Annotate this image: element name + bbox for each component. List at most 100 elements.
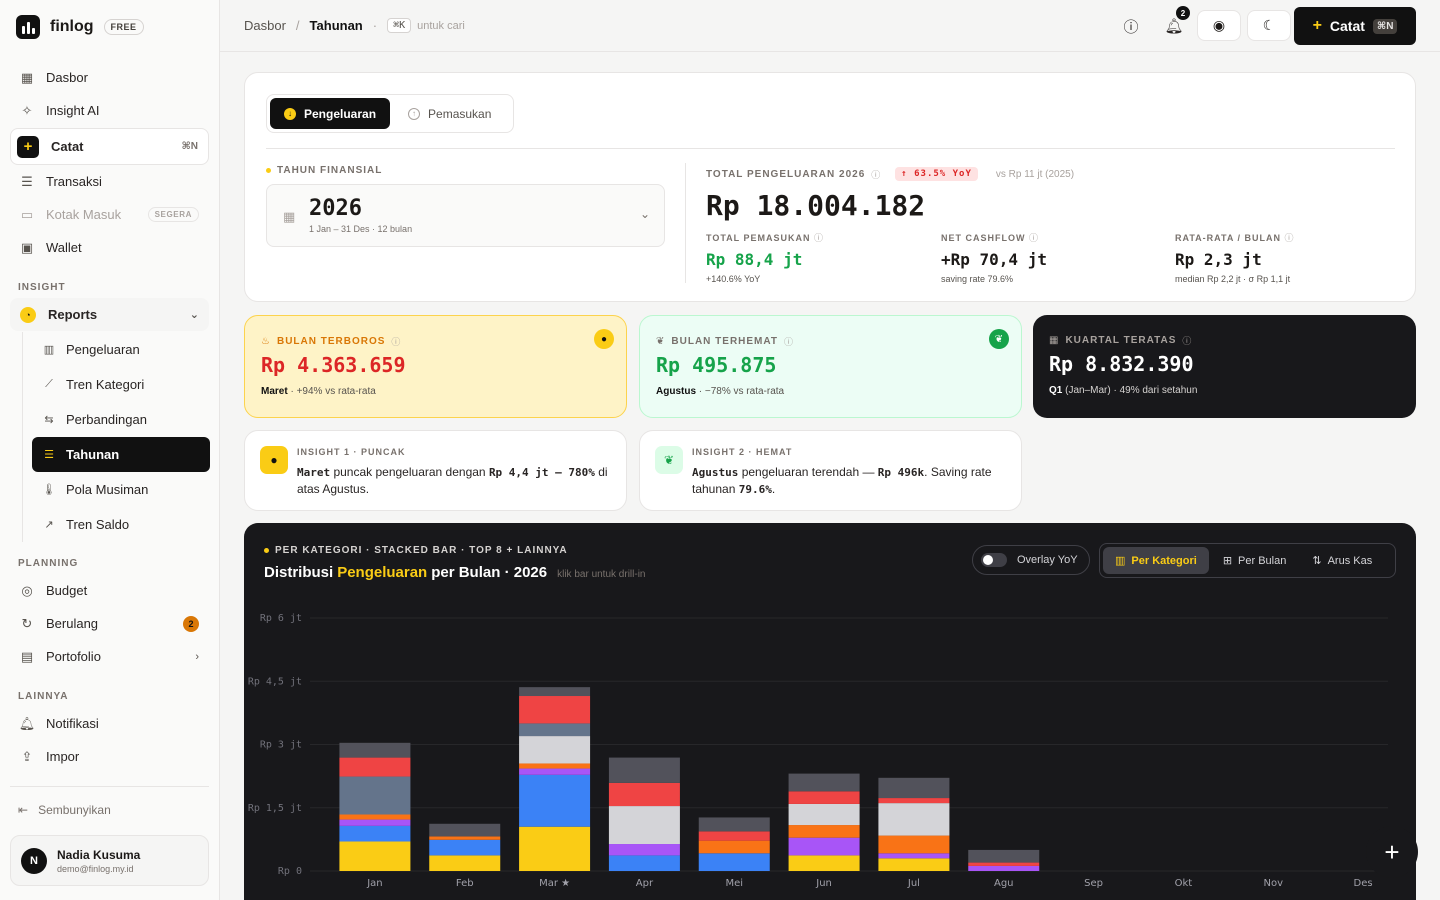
sidebar-item-pengeluaran[interactable]: ▥ Pengeluaran	[32, 332, 210, 367]
overlay-yoy-toggle[interactable]: Overlay YoY	[972, 545, 1090, 575]
sidebar-item-kotak-masuk[interactable]: ▭ Kotak Masuk SEGERA	[10, 198, 209, 231]
bar-segment[interactable]	[519, 826, 591, 871]
sidebar-catat-button[interactable]: + Catat ⌘N	[10, 128, 209, 165]
plan-badge: FREE	[103, 19, 144, 35]
bar-segment[interactable]	[608, 757, 680, 783]
bar-segment[interactable]	[339, 825, 411, 842]
sidebar-item-dasbor[interactable]: ▦ Dasbor	[10, 61, 209, 94]
bar-segment[interactable]	[339, 819, 411, 826]
bar-segment[interactable]	[968, 862, 1040, 866]
bar-segment[interactable]	[788, 791, 860, 804]
brand[interactable]: finlog FREE	[16, 15, 144, 39]
sidebar-item-berulang[interactable]: ↻ Berulang 2	[10, 607, 209, 640]
breadcrumb-root[interactable]: Dasbor	[244, 18, 286, 33]
sidebar-item-reports[interactable]: ◔ Reports ⌄	[10, 298, 209, 331]
hide-sidebar-button[interactable]: ⇤ Sembunyikan	[18, 803, 111, 817]
sidebar-item-tren-kategori[interactable]: ⟋ Tren Kategori	[32, 367, 210, 402]
highlight-bulan-terhemat[interactable]: ❦ BULAN TERHEMAT ⓘ Rp 495.875 Agustus · −7…	[639, 315, 1022, 418]
theme-toggle-button[interactable]: ☾	[1247, 10, 1291, 41]
notification-button[interactable]: 🔔︎ 2	[1159, 6, 1190, 41]
info-icon[interactable]: ⓘ	[871, 168, 881, 181]
toggle-switch[interactable]	[981, 553, 1007, 567]
sidebar-item-pola-musiman[interactable]: 🌡︎ Pola Musiman	[32, 472, 210, 507]
bar-segment[interactable]	[968, 849, 1040, 863]
bar-segment[interactable]	[608, 844, 680, 856]
sidebar-item-transaksi[interactable]: ☰ Transaksi	[10, 165, 209, 198]
catat-button[interactable]: + Catat ⌘N	[1294, 7, 1416, 45]
sidebar-item-impor[interactable]: ⇪ Impor	[10, 740, 209, 773]
tab-per-kategori[interactable]: ▥ Per Kategori	[1103, 547, 1209, 574]
bar-segment[interactable]	[788, 837, 860, 856]
leaf-icon: ❦	[655, 446, 683, 474]
bar-segment[interactable]	[788, 773, 860, 792]
bar-segment[interactable]	[339, 841, 411, 871]
bar-segment[interactable]	[788, 803, 860, 826]
bar-segment[interactable]	[519, 696, 591, 724]
tab-pemasukan[interactable]: ↑ Pemasukan	[394, 98, 505, 129]
bar-segment[interactable]	[429, 839, 501, 856]
sidebar-item-insight-ai[interactable]: ✧ Insight AI	[10, 94, 209, 127]
bar-segment[interactable]	[698, 840, 770, 854]
bar-segment[interactable]	[339, 776, 411, 815]
bar-segment[interactable]	[339, 814, 411, 820]
bar-segment[interactable]	[519, 774, 591, 827]
sidebar-divider	[10, 786, 209, 787]
dot-icon	[264, 548, 269, 553]
sidebar-item-notifikasi[interactable]: 🔔︎ Notifikasi	[10, 707, 209, 740]
info-icon[interactable]: ⓘ	[391, 335, 401, 348]
sidebar-item-wallet[interactable]: ▣ Wallet	[10, 231, 209, 264]
privacy-toggle-button[interactable]: ◉	[1197, 10, 1241, 41]
bar-segment[interactable]	[608, 806, 680, 845]
highlight-bulan-terboros[interactable]: ♨ BULAN TERBOROS ⓘ Rp 4.363.659 Maret · +9…	[244, 315, 627, 418]
bar-segment[interactable]	[788, 825, 860, 838]
bar-segment[interactable]	[519, 736, 591, 764]
info-icon[interactable]: ⓘ	[1182, 334, 1192, 347]
bell-icon: 🔔︎	[18, 715, 36, 731]
bar-segment[interactable]	[878, 803, 950, 836]
bar-segment[interactable]	[519, 768, 591, 775]
bar-segment[interactable]	[339, 757, 411, 777]
bar-segment[interactable]	[878, 798, 950, 804]
search-shortcut[interactable]: ⌘K	[387, 18, 412, 33]
bar-segment[interactable]	[429, 855, 501, 871]
info-icon[interactable]: ⓘ	[814, 233, 824, 243]
info-icon[interactable]: ⓘ	[784, 335, 794, 348]
sidebar-item-tren-saldo[interactable]: ↗ Tren Saldo	[32, 507, 210, 542]
bar-segment[interactable]	[698, 853, 770, 871]
bar-segment[interactable]	[878, 777, 950, 799]
sidebar-item-budget[interactable]: ◎ Budget	[10, 574, 209, 607]
bar-segment[interactable]	[608, 782, 680, 807]
bar-segment[interactable]	[788, 855, 860, 871]
highlight-kuartal-teratas[interactable]: ▦ KUARTAL TERATAS ⓘ Rp 8.832.390 Q1 (Jan–M…	[1033, 315, 1416, 418]
bar-segment[interactable]	[878, 853, 950, 859]
tab-pengeluaran[interactable]: ↓ Pengeluaran	[270, 98, 391, 129]
divider	[266, 148, 1395, 149]
bar-segment[interactable]	[339, 742, 411, 758]
bar-segment[interactable]	[698, 831, 770, 841]
info-icon[interactable]: ⓘ	[1285, 233, 1295, 243]
bar-segment[interactable]	[698, 817, 770, 832]
bar-segment[interactable]	[608, 855, 680, 871]
sidebar-item-portofolio[interactable]: ▤ Portofolio ›	[10, 640, 209, 673]
quick-add-fab[interactable]: +	[1366, 826, 1418, 878]
help-icon[interactable]: ⓘ	[1116, 11, 1146, 41]
sidebar-item-tahunan[interactable]: ☰ Tahunan	[32, 437, 210, 472]
bar-segment[interactable]	[429, 823, 501, 837]
tab-per-bulan[interactable]: ⊞ Per Bulan	[1211, 547, 1299, 574]
year-select[interactable]: ▦ 2026 1 Jan – 31 Des · 12 bulan ⌄	[266, 184, 665, 247]
bar-segment[interactable]	[878, 835, 950, 854]
bar-segment[interactable]	[519, 687, 591, 697]
user-card[interactable]: N Nadia Kusuma demo@finlog.my.id	[10, 835, 209, 886]
bar-segment[interactable]	[878, 858, 950, 871]
kpi-sub: saving rate 79.6%	[941, 274, 1014, 284]
x-tick-label: Jul	[907, 878, 920, 889]
info-icon[interactable]: ⓘ	[1029, 233, 1039, 243]
sidebar-item-perbandingan[interactable]: ⇆ Perbandingan	[32, 402, 210, 437]
tab-arus-kas[interactable]: ⇅ Arus Kas	[1300, 547, 1384, 574]
sidebar-item-label: Wallet	[46, 240, 82, 255]
bar-segment[interactable]	[429, 836, 501, 840]
bar-segment[interactable]	[519, 763, 591, 769]
bar-segment[interactable]	[968, 865, 1040, 871]
shortcut-hint: ⌘N	[181, 141, 199, 152]
bar-segment[interactable]	[519, 723, 591, 737]
